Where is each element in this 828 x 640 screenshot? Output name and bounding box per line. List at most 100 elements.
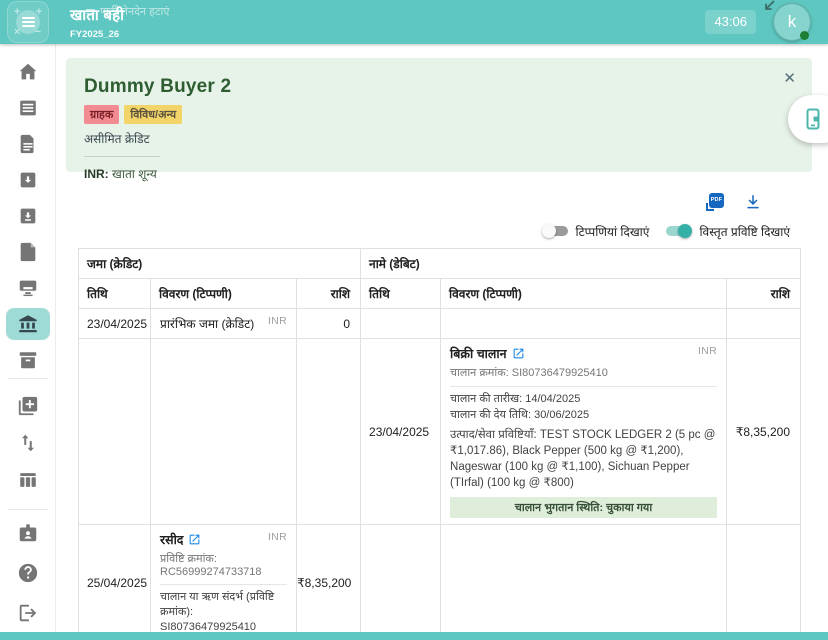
customer-badge: ग्राहक xyxy=(84,105,120,124)
receipt-amount: ₹8,35,200 xyxy=(295,524,362,640)
inbox-upload-icon xyxy=(20,208,36,224)
credit-group-header: जमा (क्रेडिट) xyxy=(77,248,362,279)
sidebar-item-reports[interactable] xyxy=(16,468,40,492)
sale-desc-cell: बिक्री चालान INR चालान क्रमांक: SI807364… xyxy=(440,338,728,525)
sidebar-item-home[interactable] xyxy=(16,60,40,84)
mouse-cursor xyxy=(765,0,775,10)
session-timer: 43:06 xyxy=(705,10,756,34)
receipt-reference: चालान या ऋण संदर्भ (प्रविष्टि क्रमांक): … xyxy=(160,591,275,633)
toggle-show-comments[interactable]: टिप्पणियां दिखाएं xyxy=(541,223,649,240)
help-icon xyxy=(18,563,38,583)
balance-line: INR: खाता शून्य xyxy=(84,165,794,182)
add-entry-icon xyxy=(18,396,38,416)
sidebar-divider xyxy=(8,378,48,379)
avatar-letter: k xyxy=(787,12,797,31)
empty-cell xyxy=(295,338,362,525)
switch-on-icon[interactable] xyxy=(665,224,693,238)
export-pdf-button[interactable]: PDF xyxy=(706,193,724,211)
empty-cell xyxy=(440,308,728,339)
app-header: + + × − पार्टी लेनदेन हटाएं खाता बही FY2… xyxy=(0,0,828,44)
pos-terminal-icon xyxy=(19,280,37,297)
opening-date: 23/04/2025 xyxy=(78,308,151,339)
sidebar-item-daybook[interactable] xyxy=(16,96,40,120)
category-badge: विविध/अन्य xyxy=(124,105,183,124)
export-toolbar: PDF xyxy=(66,192,812,212)
menu-button[interactable]: + + × − xyxy=(7,1,49,43)
sidebar-item-bank-ledger[interactable] xyxy=(16,312,40,336)
sidebar-item-contacts[interactable] xyxy=(16,521,40,545)
empty-cell xyxy=(726,308,802,339)
opening-desc-cell: INR प्रारंभिक जमा (क्रेडिट) xyxy=(150,308,297,339)
debit-group-header: नामे (डेबिट) xyxy=(360,248,802,279)
mobile-app-icon xyxy=(806,108,820,130)
close-icon[interactable]: ✕ xyxy=(783,71,796,86)
contact-badge-icon xyxy=(19,524,37,542)
sidebar-item-transfers[interactable] xyxy=(16,431,40,455)
credit-desc-header: विवरण (टिप्पणी) xyxy=(150,278,297,309)
ledger-table: जमा (क्रेडिट) नामे (डेबिट) तिथि विवरण (ट… xyxy=(77,248,802,640)
sale-amount: ₹8,35,200 xyxy=(726,338,802,525)
inbox-download-icon xyxy=(20,172,36,188)
sidebar-item-vouchers[interactable] xyxy=(16,240,40,264)
receipt-desc-cell: रसीद INR प्रविष्टि क्रमांक: RC5699927473… xyxy=(150,524,297,640)
receipt-title[interactable]: रसीद xyxy=(160,531,183,548)
online-status-dot xyxy=(800,31,809,40)
opening-balance-row: 23/04/2025 INR प्रारंभिक जमा (क्रेडिट) 0 xyxy=(78,308,802,339)
document-icon xyxy=(20,134,34,154)
sale-invoice-date: चालान की तारीख: 14/04/2025 xyxy=(450,393,581,405)
app-window: + + × − पार्टी लेनदेन हटाएं खाता बही FY2… xyxy=(0,0,828,640)
day-book-icon xyxy=(20,100,36,116)
external-link-icon[interactable] xyxy=(512,347,525,360)
pdf-icon: PDF xyxy=(709,193,724,208)
financial-year-label: FY2025_26 xyxy=(70,29,120,40)
sidebar-item-inventory[interactable] xyxy=(16,348,40,372)
mobile-app-fab[interactable] xyxy=(788,95,828,143)
external-link-icon[interactable] xyxy=(188,533,201,546)
sale-due-date: चालान की देय तिथि: 30/06/2025 xyxy=(450,409,590,421)
sidebar-item-logout[interactable] xyxy=(16,601,40,625)
sidebar-item-documents[interactable] xyxy=(16,132,40,156)
switch-off-icon[interactable] xyxy=(541,224,569,238)
ledger-card: Dummy Buyer 2 ग्राहक विविध/अन्य असीमित क… xyxy=(66,58,812,640)
balance-currency-label: INR: xyxy=(84,167,109,181)
header-titles: खाता बही FY2025_26 xyxy=(70,5,124,40)
balance-value: खाता शून्य xyxy=(112,167,157,181)
sidebar-item-pos[interactable] xyxy=(16,276,40,300)
sale-title[interactable]: बिक्री चालान xyxy=(450,345,507,362)
sale-invoice-number: चालान क्रमांक: SI80736479925410 xyxy=(450,365,718,387)
columns-icon xyxy=(20,473,36,487)
toggle-detailed-label: विस्तृत प्रविष्टि दिखाएं xyxy=(699,224,790,239)
view-toggles: टिप्पणियां दिखाएं विस्तृत प्रविष्टि दिखा… xyxy=(66,222,812,240)
credit-date-header: तिथि xyxy=(78,278,151,309)
sidebar-item-purchases[interactable] xyxy=(16,204,40,228)
receipt-entry-number: प्रविष्टि क्रमांक: RC56999274733718 xyxy=(160,551,287,585)
empty-cell xyxy=(360,524,442,640)
divider xyxy=(84,156,160,157)
sidebar-item-new-entry[interactable] xyxy=(16,394,40,418)
download-icon[interactable] xyxy=(744,193,762,211)
opening-desc: प्रारंभिक जमा (क्रेडिट) xyxy=(160,317,255,331)
sidebar-item-sales[interactable] xyxy=(16,168,40,192)
currency-label: INR xyxy=(268,531,287,543)
toggle-detailed-entries[interactable]: विस्तृत प्रविष्टि दिखाएं xyxy=(665,223,790,240)
column-header-row: तिथि विवरण (टिप्पणी) राशि तिथि विवरण (टि… xyxy=(78,278,802,309)
page-title: खाता बही xyxy=(70,7,125,24)
logout-icon xyxy=(19,604,37,622)
empty-cell xyxy=(440,524,728,640)
receipt-row: 25/04/2025 रसीद INR प्रविष्टि क्रमांक: R… xyxy=(78,524,802,640)
file-icon xyxy=(20,242,36,262)
debit-desc-header: विवरण (टिप्पणी) xyxy=(440,278,728,309)
currency-label: INR xyxy=(268,315,287,327)
credit-amount-header: राशि xyxy=(295,278,362,309)
home-icon xyxy=(19,63,37,80)
avatar[interactable]: k xyxy=(773,3,811,41)
hamburger-icon[interactable] xyxy=(16,10,40,34)
sale-invoice-row: 23/04/2025 बिक्री चालान INR चालान क्रमां… xyxy=(78,338,802,525)
empty-cell xyxy=(360,308,442,339)
currency-label: INR xyxy=(698,345,718,357)
payment-status-chip: चालान भुगतान स्थिति: चुकाया गया xyxy=(450,497,718,518)
bank-icon xyxy=(19,315,37,333)
sidebar-item-help[interactable] xyxy=(16,561,40,585)
credit-limit-text: असीमित क्रेडिट xyxy=(84,132,150,146)
receipt-date: 25/04/2025 xyxy=(78,524,151,640)
